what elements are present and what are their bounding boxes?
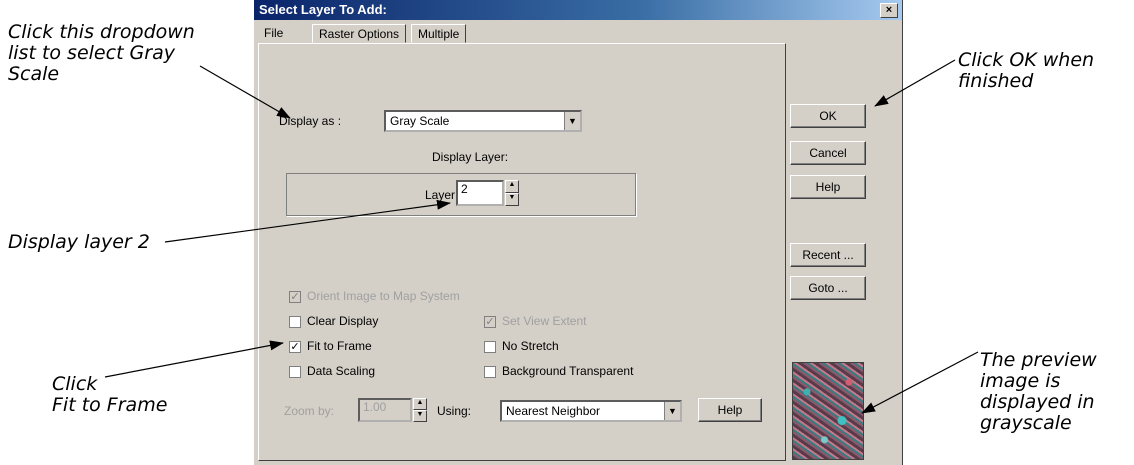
arrow-dropdown [199,65,291,119]
arrow-ok [874,59,956,107]
arrow-preview [861,351,979,414]
arrow-fit [104,340,284,378]
callout-arrows [104,59,979,414]
arrow-layer [164,199,451,243]
